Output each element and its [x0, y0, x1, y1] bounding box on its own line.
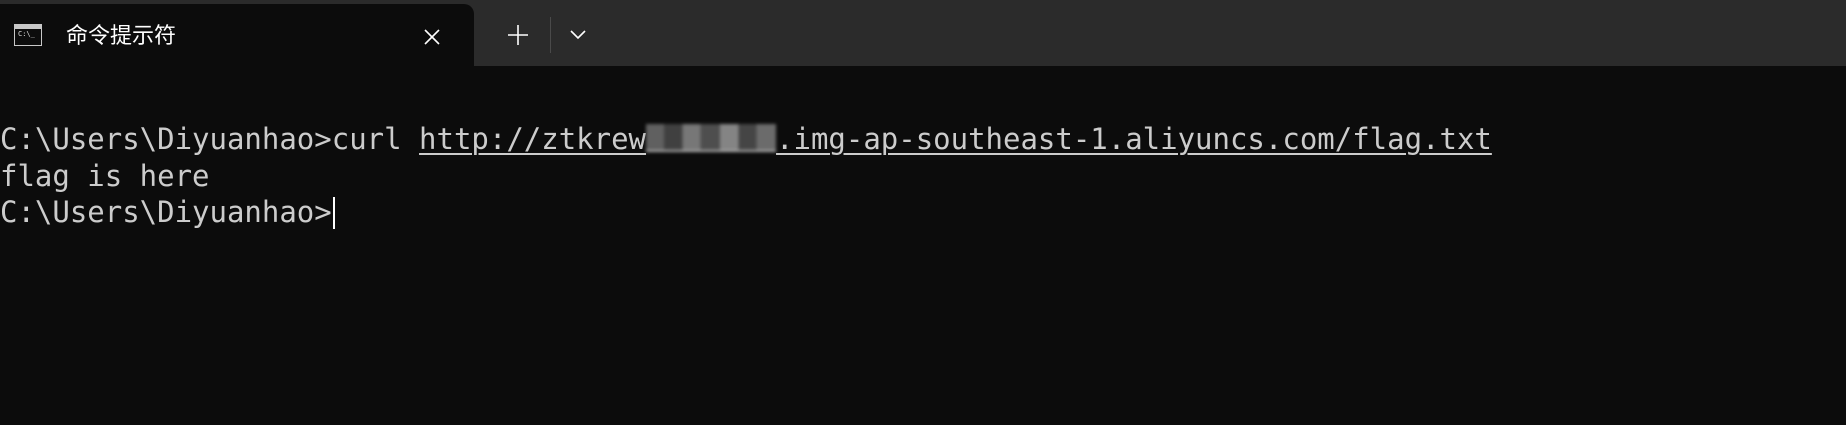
terminal-line-prompt: C:\Users\Diyuanhao>: [0, 194, 335, 230]
redacted-region: [646, 124, 777, 152]
url-prefix: http://ztkrew: [419, 122, 647, 156]
tab-bar: C:\_ 命令提示符: [0, 0, 1846, 66]
url-link[interactable]: http://ztkrew .img-ap-southeast-1.aliyunc…: [419, 122, 1492, 156]
close-tab-button[interactable]: [416, 21, 448, 53]
terminal-line-output: flag is here: [0, 159, 210, 193]
text-cursor: [332, 197, 335, 229]
terminal-output[interactable]: C:\Users\Diyuanhao>curl http://ztkrew .im…: [0, 66, 1846, 425]
new-tab-button[interactable]: [497, 14, 539, 56]
chevron-down-icon: [570, 30, 586, 40]
plus-icon: [508, 25, 528, 45]
tab-dropdown-button[interactable]: [561, 18, 595, 52]
terminal-window: C:\_ 命令提示符 C:\Users\Diyuanhao>curl http:…: [0, 0, 1846, 425]
prompt: C:\Users\Diyuanhao>: [0, 195, 332, 229]
command-text: curl: [331, 122, 420, 156]
url-suffix: .img-ap-southeast-1.aliyuncs.com/flag.tx…: [776, 122, 1492, 156]
prompt: C:\Users\Diyuanhao>: [0, 122, 332, 156]
command-prompt-icon: C:\_: [14, 24, 42, 46]
close-icon: [424, 29, 440, 45]
tab-title: 命令提示符: [66, 24, 177, 49]
command-prompt-icon-text: C:\_: [18, 30, 35, 38]
tabbar-divider: [550, 17, 551, 53]
tab-command-prompt[interactable]: C:\_ 命令提示符: [0, 4, 474, 66]
terminal-line-command: C:\Users\Diyuanhao>curl http://ztkrew .im…: [0, 121, 1492, 157]
